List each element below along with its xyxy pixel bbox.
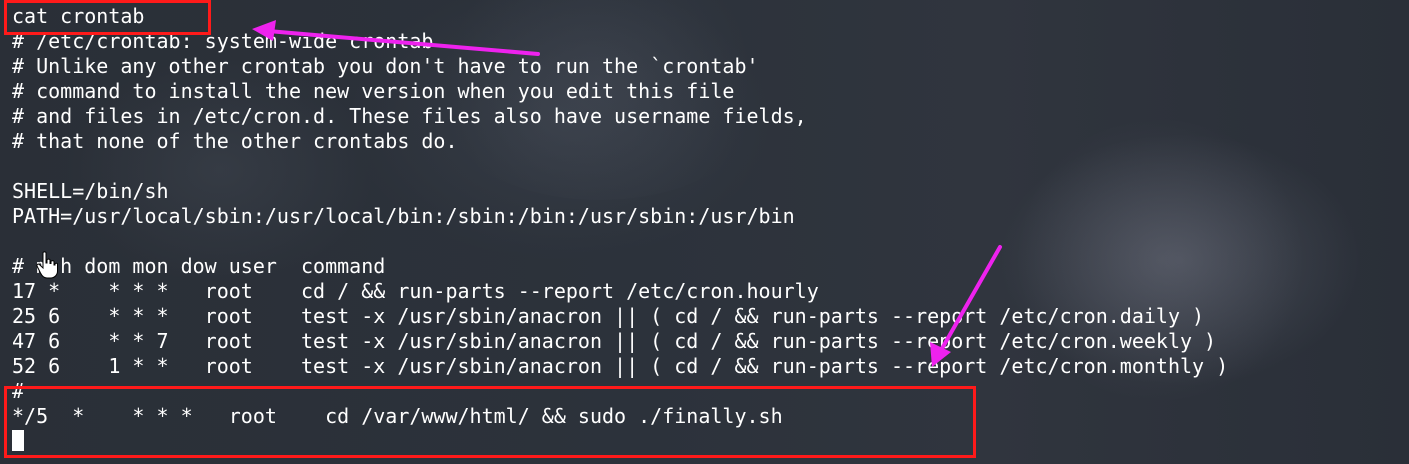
arrow-to-cron-monthly	[930, 245, 1002, 367]
hand-pointer-icon	[36, 251, 58, 279]
annotation-arrows	[252, 20, 1002, 367]
arrow-to-command	[252, 20, 540, 56]
